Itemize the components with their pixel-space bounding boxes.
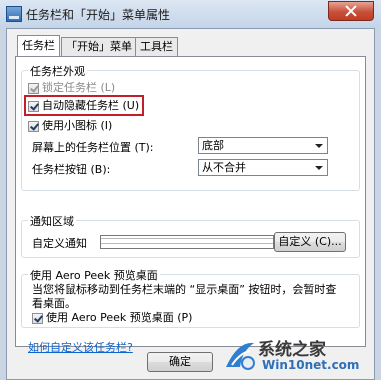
taskbar-buttons-value: 从不合并 <box>202 161 246 174</box>
dialog-client: 任务栏 「开始」菜单 工具栏 任务栏外观 锁定任务栏 (L) 自动隐藏任务栏 (… <box>6 28 375 380</box>
auto-hide-label: 自动隐藏任务栏 (U) <box>42 99 140 112</box>
site-watermark: 系统之家 Win10net.com <box>222 331 381 380</box>
auto-hide-checkbox[interactable]: 自动隐藏任务栏 (U) <box>28 99 139 112</box>
small-icons-checkbox[interactable]: 使用小图标 (I) <box>28 119 112 132</box>
checkbox-box <box>28 82 39 94</box>
checkbox-box <box>32 312 43 324</box>
aero-peek-checkbox-label: 使用 Aero Peek 预览桌面 (P) <box>46 311 193 324</box>
taskbar-position-value: 底部 <box>202 139 224 152</box>
notification-desc: 自定义通知 <box>32 237 87 250</box>
notification-group-label: 通知区域 <box>28 213 76 229</box>
help-link[interactable]: 如何自定义该任务栏? <box>28 339 133 355</box>
window-title: 任务栏和「开始」菜单属性 <box>26 8 171 22</box>
taskbar-app-icon <box>6 6 22 22</box>
checkbox-box <box>28 120 39 132</box>
tab-panel: 任务栏外观 锁定任务栏 (L) 自动隐藏任务栏 (U) 使用小图标 (I) 屏幕… <box>15 56 366 354</box>
notification-tray-preview <box>100 235 274 249</box>
tab-taskbar[interactable]: 任务栏 <box>17 35 60 56</box>
aero-peek-group-label: 使用 Aero Peek 预览桌面 <box>28 267 160 283</box>
tab-start-menu[interactable]: 「开始」菜单 <box>61 37 137 56</box>
small-icons-label: 使用小图标 (I) <box>42 119 113 132</box>
watermark-brand: 系统之家 <box>258 340 326 360</box>
lock-taskbar-checkbox[interactable]: 锁定任务栏 (L) <box>28 81 115 94</box>
appearance-group-label: 任务栏外观 <box>28 63 87 79</box>
title-bar[interactable]: 任务栏和「开始」菜单属性 <box>0 0 381 28</box>
aero-peek-checkbox[interactable]: 使用 Aero Peek 预览桌面 (P) <box>32 311 192 324</box>
chevron-down-icon <box>315 166 323 170</box>
chevron-down-icon <box>315 144 323 148</box>
close-button[interactable] <box>328 1 374 21</box>
taskbar-position-select[interactable]: 底部 <box>198 137 328 154</box>
tab-toolbars[interactable]: 工具栏 <box>135 37 178 56</box>
aero-peek-desc: 当您将鼠标移动到任务栏末端的 “显示桌面” 按钮时，会暂时查看桌面。 <box>32 283 337 310</box>
watermark-logo-icon <box>226 342 255 370</box>
taskbar-buttons-select[interactable]: 从不合并 <box>198 159 328 176</box>
taskbar-properties-window: 任务栏和「开始」菜单属性 任务栏 「开始」菜单 工具栏 任务栏外观 锁定任务栏 … <box>0 0 381 380</box>
taskbar-buttons-label: 任务栏按钮 (B): <box>32 163 111 176</box>
taskbar-position-label: 屏幕上的任务栏位置 (T): <box>32 141 154 154</box>
customize-button[interactable]: 自定义 (C)... <box>274 232 346 252</box>
watermark-url: Win10net.com <box>262 358 360 372</box>
lock-taskbar-label: 锁定任务栏 (L) <box>42 81 116 94</box>
ok-button[interactable]: 确定 <box>147 352 213 372</box>
checkbox-box <box>28 100 39 112</box>
